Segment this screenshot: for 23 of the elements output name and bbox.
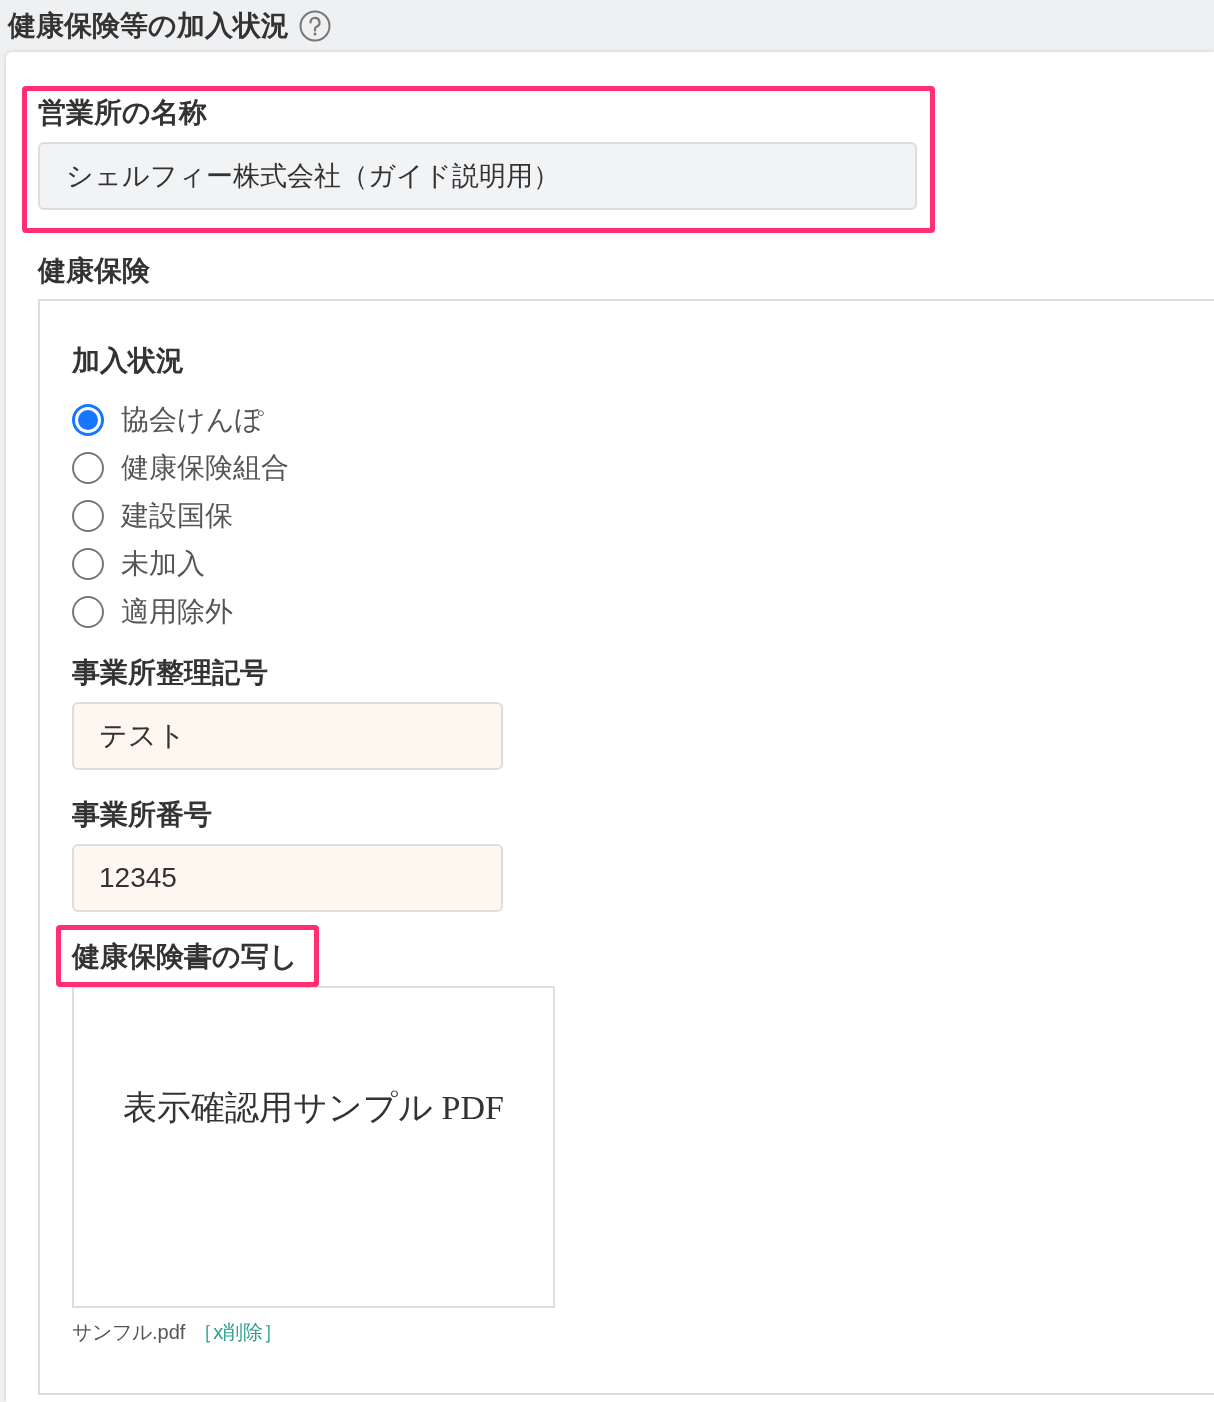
text-field[interactable]: シェルフィー株式会社（ガイド説明用） [38, 142, 917, 210]
radio-label[interactable]: 健康保険組合 [121, 450, 289, 486]
radio-button[interactable] [72, 404, 104, 436]
text-field[interactable]: 12345 [72, 844, 503, 912]
radio-button[interactable] [72, 500, 104, 532]
section-title: 健康保険 [38, 254, 151, 288]
radio-label[interactable]: 建設国保 [121, 498, 233, 534]
radio-button[interactable] [72, 548, 104, 580]
radio-label[interactable]: 適用除外 [121, 594, 233, 630]
field-label: 営業所の名称 [38, 96, 208, 130]
radio-button[interactable] [72, 596, 104, 628]
page-title: 健康保険等の加入状況 [8, 9, 289, 43]
file-name: サンフル.pdf [72, 1320, 186, 1345]
radio-label[interactable]: 協会けんぽ [121, 402, 264, 438]
preview-text: 表示確認用サンプル PDF [123, 1088, 504, 1128]
field-label: 事業所整理記号 [72, 656, 269, 690]
text-field[interactable]: テスト [72, 702, 503, 770]
group-label: 加入状況 [72, 344, 185, 378]
field-label: 健康保険書の写し [72, 940, 298, 974]
help-icon[interactable] [299, 10, 331, 42]
radio-button[interactable] [72, 452, 104, 484]
field-label: 事業所番号 [72, 798, 213, 832]
radio-label[interactable]: 未加入 [121, 546, 205, 582]
